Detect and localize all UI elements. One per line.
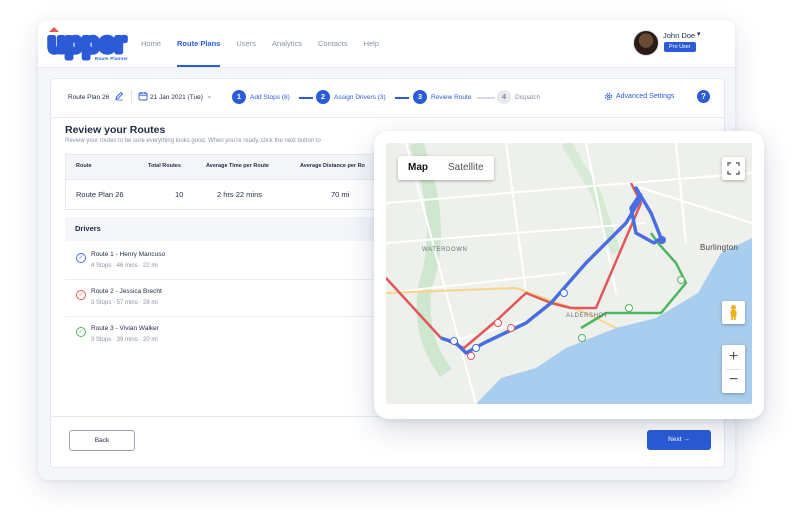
top-navbar: upper upper Route Planner Home Route Pla… <box>38 20 735 68</box>
check-circle-icon: ✓ <box>76 253 86 263</box>
toolbar-divider <box>131 90 132 104</box>
column-header: Average Distance per Ro <box>300 163 365 169</box>
date-chevron-down-icon[interactable]: ⌄ <box>206 91 213 100</box>
plan-name: Route Plan 26 <box>68 94 110 101</box>
route-start-pin-icon[interactable] <box>658 236 666 244</box>
nav-analytics[interactable]: Analytics <box>272 20 302 67</box>
map-canvas[interactable] <box>386 143 752 404</box>
table-cell: 10 <box>175 190 184 199</box>
driver-meta: 4 Stops · 46 mins · 22 mi <box>91 263 158 269</box>
edit-icon[interactable] <box>114 91 124 101</box>
step-dispatch[interactable]: 4 Dispatch <box>497 89 540 105</box>
column-header: Total Routes <box>148 163 181 169</box>
nav-route-plans[interactable]: Route Plans <box>177 20 221 67</box>
page-subtitle: Review your routes to be sure everything… <box>65 138 321 144</box>
street-view-button[interactable] <box>722 301 745 324</box>
step-number: 1 <box>232 90 246 104</box>
main-nav: Home Route Plans Users Analytics Contact… <box>141 20 395 67</box>
step-number: 2 <box>316 90 330 104</box>
drivers-list: Drivers ✓ Route 1 - Henry Mancuso 4 Stop… <box>65 217 395 363</box>
check-circle-icon: ✓ <box>76 290 86 300</box>
nav-contacts[interactable]: Contacts <box>318 20 348 67</box>
gear-icon <box>605 93 612 100</box>
nav-help[interactable]: Help <box>364 20 379 67</box>
avatar[interactable] <box>633 30 659 56</box>
driver-route-2[interactable]: ✓ Route 2 - Jessica Brecht 3 Stops · 57 … <box>65 280 395 317</box>
user-name: John Doe <box>663 31 696 40</box>
driver-route-1[interactable]: ✓ Route 1 - Henry Mancuso 4 Stops · 46 m… <box>65 243 395 280</box>
plan-toolbar: Route Plan 26 21 Jan 2021 (Tue) ⌄ 1 Add … <box>51 79 724 118</box>
map-type-map-button[interactable]: Map <box>398 156 438 180</box>
user-caret-icon[interactable]: ▾ <box>697 30 701 38</box>
next-button[interactable]: Next → <box>647 430 711 450</box>
back-button[interactable]: Back <box>69 430 135 451</box>
fullscreen-icon <box>727 162 740 175</box>
user-menu[interactable]: John Doe ▾ Pro User <box>633 28 713 58</box>
zoom-in-button[interactable]: + <box>722 345 745 369</box>
map-panel: WATERDOWN Burlington ALDERSHOT Map Satel… <box>374 131 764 419</box>
step-number: 4 <box>497 90 511 104</box>
step-assign-drivers[interactable]: 2 Assign Drivers (3) <box>316 89 386 105</box>
check-circle-icon: ✓ <box>76 327 86 337</box>
driver-route-3[interactable]: ✓ Route 3 - Vivian Walker 3 Stops · 39 m… <box>65 317 395 353</box>
driver-meta: 3 Stops · 39 mins · 20 mi <box>91 337 158 343</box>
step-label: Add Stops (8) <box>250 93 290 101</box>
step-number: 3 <box>413 90 427 104</box>
zoom-divider <box>726 369 741 370</box>
column-header: Route <box>76 163 92 169</box>
summary-table: Route Total Routes Average Time per Rout… <box>65 154 397 210</box>
map-type-satellite-button[interactable]: Satellite <box>438 156 494 180</box>
driver-name: Route 2 - Jessica Brecht <box>91 288 162 295</box>
nav-home[interactable]: Home <box>141 20 161 67</box>
step-label: Dispatch <box>515 93 541 101</box>
map-type-toggle: Map Satellite <box>398 156 494 180</box>
table-cell: Route Plan 26 <box>76 190 124 199</box>
plan-date[interactable]: 21 Jan 2021 (Tue) <box>150 94 203 101</box>
nav-users[interactable]: Users <box>236 20 256 67</box>
map-label-waterdown: WATERDOWN <box>422 247 468 253</box>
drivers-heading: Drivers <box>65 217 395 241</box>
table-header: Route Total Routes Average Time per Rout… <box>66 155 396 180</box>
advanced-settings-link[interactable]: Advanced Settings <box>604 92 674 101</box>
zoom-out-button[interactable]: − <box>722 369 745 393</box>
map-label-aldershot: ALDERSHOT <box>566 313 609 319</box>
calendar-icon[interactable] <box>138 91 148 101</box>
step-connector <box>299 97 313 99</box>
pegman-icon <box>730 305 737 320</box>
step-review-route[interactable]: 3 Review Route <box>413 89 471 105</box>
step-connector <box>395 97 409 99</box>
table-cell: 70 mi <box>331 190 350 199</box>
upper-logo[interactable]: upper upper Route Planner <box>46 25 129 63</box>
zoom-controls: + − <box>722 345 745 393</box>
map-label-burlington: Burlington <box>700 243 739 252</box>
step-add-stops[interactable]: 1 Add Stops (8) <box>232 89 290 105</box>
page-title: Review your Routes <box>65 124 166 136</box>
table-cell: 2 hrs 22 mins <box>217 190 263 199</box>
step-connector <box>477 97 495 99</box>
help-button[interactable]: ? <box>697 90 710 103</box>
pro-user-badge: Pro User <box>664 42 696 52</box>
driver-name: Route 3 - Vivian Walker <box>91 325 159 332</box>
logo-fill: upper <box>48 27 126 58</box>
driver-meta: 3 Stops · 57 mins · 28 mi <box>91 300 158 306</box>
driver-name: Route 1 - Henry Mancuso <box>91 251 166 258</box>
advanced-settings-label: Advanced Settings <box>616 93 675 100</box>
logo-subtitle: Route Planner <box>95 56 129 61</box>
step-label: Assign Drivers (3) <box>334 93 386 101</box>
step-label: Review Route <box>431 93 472 101</box>
route-map[interactable]: WATERDOWN Burlington ALDERSHOT Map Satel… <box>386 143 752 404</box>
column-header: Average Time per Route <box>206 163 269 169</box>
fullscreen-button[interactable] <box>722 157 745 180</box>
